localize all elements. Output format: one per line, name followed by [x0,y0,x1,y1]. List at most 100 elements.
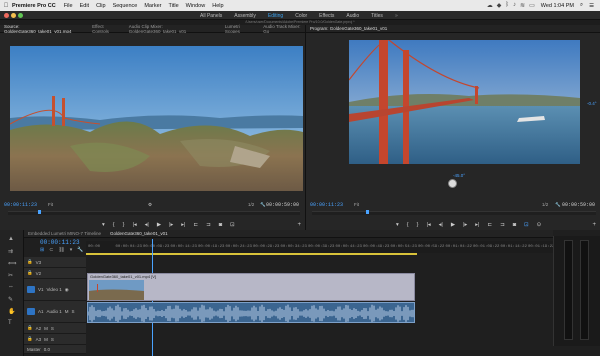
workspace-color[interactable]: Color [295,13,307,19]
program-vr-toggle-icon[interactable]: ⊡ [524,222,529,228]
menu-clock[interactable]: Wed 1:04 PM [541,3,574,9]
source-timecode[interactable]: 00:00:11:23 [4,202,37,208]
marker-icon[interactable]: ▾ [102,222,105,228]
a2-lock-icon[interactable]: 🔒 [27,325,33,331]
source-video-frame[interactable] [10,46,303,191]
spotlight-icon[interactable]: ⌕ [580,2,583,9]
go-to-out-icon[interactable]: ▸| [181,222,185,228]
audio-clip-a1[interactable] [87,302,415,323]
menu-sequence[interactable]: Sequence [113,3,138,9]
vr-toggle-icon[interactable]: ⊡ [230,222,235,228]
insert-icon[interactable]: ⊏ [194,222,199,228]
razor-tool-icon[interactable]: ✂ [8,272,13,279]
notification-icon[interactable]: ☰ [589,3,594,9]
tab-program[interactable]: Program: GoldenGate360_take01_v01 [310,26,387,31]
play-icon[interactable]: ▶ [157,222,161,228]
menu-help[interactable]: Help [212,3,223,9]
source-scrub-bar[interactable] [8,211,300,215]
workspace-effects[interactable]: Effects [319,13,334,19]
tab-source[interactable]: Source: GoldenGate360_take01_v01.mp4 [4,24,83,34]
program-go-to-out-icon[interactable]: ▸| [475,222,479,228]
type-tool-icon[interactable]: T [8,320,12,326]
menu-window[interactable]: Window [186,3,206,9]
program-marker-icon[interactable]: ▾ [396,222,399,228]
master-value[interactable]: 0.0 [44,347,50,352]
program-step-back-icon[interactable]: ◂| [439,222,443,228]
step-forward-icon[interactable]: |▸ [169,222,173,228]
program-playhead[interactable] [366,210,369,214]
source-add-button[interactable]: + [297,222,301,228]
timeline-timecode[interactable]: 00:00:11:23 [40,239,80,246]
a1-target-button[interactable] [27,308,35,315]
selection-tool-icon[interactable]: ▲ [8,236,14,242]
cloud-icon[interactable]: ☁ [487,2,493,9]
vr-navigation-control[interactable] [448,179,457,188]
wifi-icon[interactable]: ≋ [520,2,525,9]
minimize-window-button[interactable] [11,13,16,18]
program-go-to-in-icon[interactable]: |◂ [426,222,430,228]
menu-app-name[interactable]: Premiere Pro CC [12,3,56,9]
v1-target-button[interactable] [27,286,35,293]
a1-mute-icon[interactable]: M [65,309,69,314]
program-timecode[interactable]: 00:00:11:23 [310,202,343,208]
a2-mute-icon[interactable]: M [44,326,48,331]
source-playhead[interactable] [38,210,41,214]
extract-icon[interactable]: ⊐ [500,222,505,228]
program-export-frame-icon[interactable]: ◙ [513,222,516,228]
overwrite-icon[interactable]: ⊐ [206,222,211,228]
tab-audio-track-mixer[interactable]: Audio Track Mixer: Go [263,24,305,34]
program-scrub-bar[interactable] [312,211,596,215]
video-clip[interactable]: GoldenGate360_take01_v01.mp4 [V] [87,273,415,301]
program-play-icon[interactable]: ▶ [451,222,455,228]
go-to-in-icon[interactable]: |◂ [132,222,136,228]
program-step-forward-icon[interactable]: |▸ [463,222,467,228]
close-window-button[interactable] [4,13,9,18]
program-video-frame[interactable] [349,40,580,164]
timeline-settings-icon[interactable]: 🔧 [77,247,83,253]
a3-lock-icon[interactable]: 🔒 [27,336,33,342]
v3-lock-icon[interactable]: 🔒 [27,259,33,265]
mark-in-icon[interactable]: { [113,222,115,228]
tab-effect-controls[interactable]: Effect Controls [92,24,120,34]
dropbox-icon[interactable]: ◆ [497,2,502,9]
zoom-window-button[interactable] [18,13,23,18]
a3-solo-icon[interactable]: S [51,337,54,342]
a2-solo-icon[interactable]: S [51,326,54,331]
menu-edit[interactable]: Edit [80,3,89,9]
workspace-more-button[interactable]: » [395,13,398,19]
snap-icon[interactable]: ⊂ [49,247,53,253]
workspace-titles[interactable]: Titles [371,13,383,19]
menu-marker[interactable]: Marker [144,3,161,9]
hand-tool-icon[interactable]: ✋ [8,308,15,315]
a1-solo-icon[interactable]: S [72,309,75,314]
program-wrench-icon[interactable]: 🔧 [555,202,561,208]
v1-eye-icon[interactable]: ◉ [65,287,69,293]
pitch-readout-bottom[interactable]: -45.0° [453,173,465,178]
menu-file[interactable]: File [64,3,73,9]
program-mark-in-icon[interactable]: { [407,222,409,228]
menu-title[interactable]: Title [168,3,178,9]
a3-mute-icon[interactable]: M [44,337,48,342]
bluetooth-icon[interactable]: ᛒ [505,2,509,9]
volume-icon[interactable]: ♪ [513,2,516,9]
program-add-button[interactable]: + [592,222,596,228]
step-back-icon[interactable]: ◂| [145,222,149,228]
source-resolution-select[interactable]: 1/2 [248,202,254,207]
source-wrench-icon[interactable]: 🔧 [260,202,266,208]
battery-icon[interactable]: ▭ [529,2,535,9]
workspace-assembly[interactable]: Assembly [234,13,256,19]
v2-lock-icon[interactable]: 🔒 [27,270,33,276]
tab-lumetri-timeline[interactable]: Embedded Lumetri MINO-7 Timeline [28,231,101,236]
apple-icon[interactable]:  [0,3,12,9]
export-frame-icon[interactable]: ◙ [219,222,222,228]
program-fit-select[interactable]: Fit [354,202,359,207]
source-fit-select[interactable]: Fit [48,202,53,207]
add-marker-icon[interactable]: ▾ [70,247,73,253]
program-resolution-select[interactable]: 1/2 [542,202,548,207]
workspace-editing[interactable]: Editing [268,13,283,19]
slip-tool-icon[interactable]: ⇔ [8,284,14,290]
tab-sequence[interactable]: GoldenGate360_take01_v01 [110,231,168,236]
compare-icon[interactable]: ⊙ [537,222,542,228]
pitch-readout-right[interactable]: -0.4° [587,101,597,106]
tab-lumetri-scopes[interactable]: Lumetri Scopes [225,24,254,34]
